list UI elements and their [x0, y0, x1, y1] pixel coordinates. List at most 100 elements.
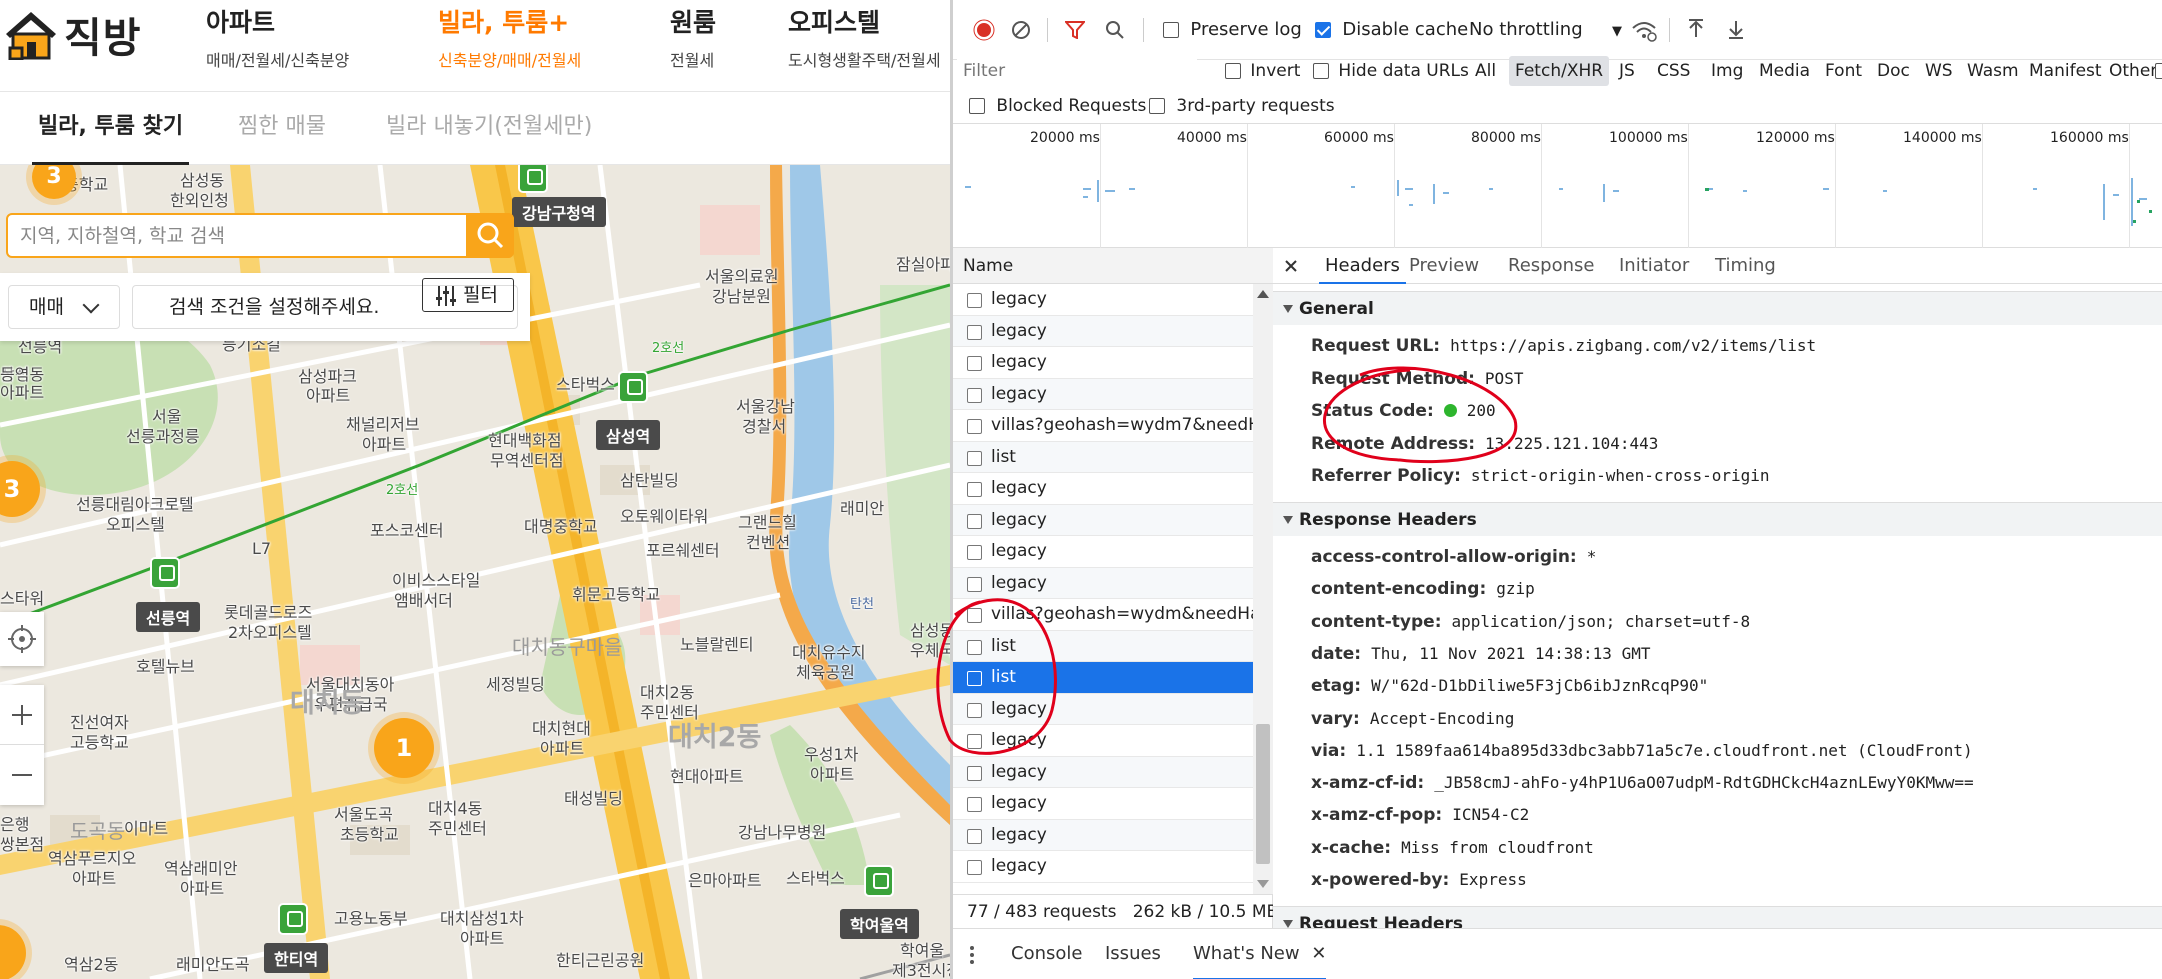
third-party-checkbox[interactable]: 3rd-party requests [1149, 96, 1335, 116]
request-row[interactable]: legacy [953, 851, 1253, 883]
request-row[interactable]: list [953, 662, 1253, 694]
filter-type-js[interactable]: JS [1613, 56, 1641, 86]
zoom-out-button[interactable] [0, 745, 44, 805]
request-row[interactable]: legacy [953, 473, 1253, 505]
drawer-tab-issues[interactable]: Issues [1105, 929, 1161, 979]
request-row[interactable]: legacy [953, 567, 1253, 599]
station-label[interactable]: 선릉역 [136, 602, 201, 632]
filter-type-doc[interactable]: Doc [1871, 56, 1916, 86]
subway-icon[interactable] [150, 557, 180, 589]
general-section-header[interactable]: General [1273, 291, 2162, 325]
blocked-requests-checkbox[interactable]: Blocked Requests [969, 96, 1146, 116]
request-row[interactable]: legacy [953, 725, 1253, 757]
station-label[interactable]: 강남구청역 [512, 197, 606, 227]
station-label[interactable]: 한티역 [264, 943, 329, 973]
zoom-in-button[interactable] [0, 685, 44, 745]
checkbox[interactable] [1149, 98, 1165, 114]
nav-villa[interactable]: 빌라, 투룸+ 신축분양/매매/전월세 [438, 3, 581, 71]
disable-cache-checkbox[interactable]: Disable cache [1315, 19, 1468, 40]
request-row[interactable]: list [953, 441, 1253, 473]
export-har-icon[interactable] [1727, 19, 1745, 39]
filter-type-wasm[interactable]: Wasm [1961, 56, 2025, 86]
hide-data-urls-checkbox[interactable]: Hide data URLs [1313, 61, 1469, 81]
drawer-tab-console[interactable]: Console [1011, 929, 1082, 979]
subway-icon[interactable] [278, 903, 308, 935]
search-button[interactable] [466, 213, 514, 258]
clear-icon[interactable] [1011, 20, 1031, 40]
map[interactable]: 충학교 삼성동 한외인청 서울의료원 강남분원 잠실아파 삼성동 아파트 선릉역… [0, 165, 950, 979]
close-icon[interactable] [1285, 260, 1297, 272]
station-label[interactable]: 삼성역 [596, 420, 661, 450]
request-headers-section-header[interactable]: Request Headers [1273, 906, 2162, 928]
request-row[interactable]: legacy [953, 788, 1253, 820]
request-row[interactable]: legacy [953, 819, 1253, 851]
invert-checkbox[interactable]: Invert [1225, 61, 1300, 81]
filter-type-all[interactable]: All [1469, 56, 1502, 86]
search-input[interactable] [20, 221, 460, 251]
request-row[interactable]: legacy [953, 693, 1253, 725]
subway-icon[interactable] [518, 165, 548, 193]
filter-type-ws[interactable]: WS [1919, 56, 1959, 86]
station-label[interactable]: 학여울역 [840, 909, 919, 939]
listing-cluster[interactable]: 1 [374, 718, 434, 778]
throttling-select[interactable]: No throttling ▼ [1469, 19, 1622, 40]
filter-icon[interactable] [1065, 21, 1085, 39]
checkbox[interactable] [1315, 22, 1331, 38]
scroll-down-icon[interactable] [1257, 880, 1269, 888]
filter-type-manifest[interactable]: Manifest [2023, 56, 2108, 86]
filter-button[interactable]: 필터 [422, 278, 514, 312]
request-row[interactable]: legacy [953, 536, 1253, 568]
request-row[interactable]: legacy [953, 504, 1253, 536]
response-headers-section-header[interactable]: Response Headers [1273, 502, 2162, 536]
network-conditions-icon[interactable] [1631, 18, 1657, 42]
tab-response[interactable]: Response [1508, 248, 1594, 284]
search-icon[interactable] [1105, 20, 1125, 40]
tab-initiator[interactable]: Initiator [1619, 248, 1689, 284]
tab-timing[interactable]: Timing [1715, 248, 1776, 284]
checkbox[interactable] [1225, 63, 1241, 79]
checkbox[interactable] [1163, 22, 1179, 38]
name-column-header[interactable]: Name [963, 248, 1013, 284]
deal-type-select[interactable]: 매매 [8, 285, 120, 329]
preserve-log-checkbox[interactable]: Preserve log [1163, 19, 1302, 40]
tab-preview[interactable]: Preview [1409, 248, 1479, 284]
drawer-tab-whats-new[interactable]: What's New ✕ [1193, 929, 1327, 979]
more-icon[interactable] [969, 945, 975, 965]
record-icon[interactable] [973, 19, 995, 41]
tab-villa-search[interactable]: 빌라, 투룸 찾기 [32, 92, 190, 165]
nav-apartment[interactable]: 아파트 매매/전월세/신축분양 [206, 3, 349, 71]
request-row[interactable]: legacy [953, 315, 1253, 347]
filter-input[interactable] [957, 57, 1197, 85]
filter-type-css[interactable]: CSS [1651, 56, 1696, 86]
request-row[interactable]: list [953, 630, 1253, 662]
my-location-button[interactable] [0, 612, 44, 666]
request-row[interactable]: legacy [953, 284, 1253, 316]
request-row[interactable]: legacy [953, 756, 1253, 788]
checkbox[interactable] [969, 98, 985, 114]
scrollbar-thumb[interactable] [1256, 724, 1270, 864]
request-row[interactable]: villas?geohash=wydm7&needH [953, 410, 1253, 442]
close-icon[interactable]: ✕ [1311, 943, 1326, 964]
subway-icon[interactable] [618, 371, 648, 403]
checkbox[interactable] [2155, 63, 2162, 79]
has-blocked-cookies-checkbox[interactable] [2155, 61, 2162, 81]
request-row[interactable]: legacy [953, 347, 1253, 379]
timeline-overview[interactable]: 20000 ms 40000 ms 60000 ms 80000 ms 1000… [953, 124, 2162, 248]
nav-oneroom[interactable]: 원룸 전월세 [670, 3, 716, 71]
request-row[interactable]: villas?geohash=wydm&needHas [953, 599, 1253, 631]
subway-icon[interactable] [864, 865, 894, 897]
filter-type-media[interactable]: Media [1753, 56, 1816, 86]
tab-list-villa[interactable]: 빌라 내놓기(전월세만) [386, 92, 592, 165]
tab-saved[interactable]: 찜한 매물 [238, 92, 326, 165]
zigbang-logo[interactable]: 직방 [2, 4, 141, 64]
filter-type-font[interactable]: Font [1819, 56, 1868, 86]
filter-type-other[interactable]: Other [2103, 56, 2162, 86]
scroll-up-icon[interactable] [1257, 290, 1269, 298]
request-list-scrollbar[interactable] [1253, 284, 1273, 894]
request-row[interactable]: legacy [953, 378, 1253, 410]
checkbox[interactable] [1313, 63, 1329, 79]
nav-officetel[interactable]: 오피스텔 도시형생활주택/전월세 [788, 3, 941, 71]
filter-type-fetch-xhr[interactable]: Fetch/XHR [1509, 56, 1610, 86]
filter-type-img[interactable]: Img [1705, 56, 1749, 86]
import-har-icon[interactable] [1687, 19, 1705, 39]
